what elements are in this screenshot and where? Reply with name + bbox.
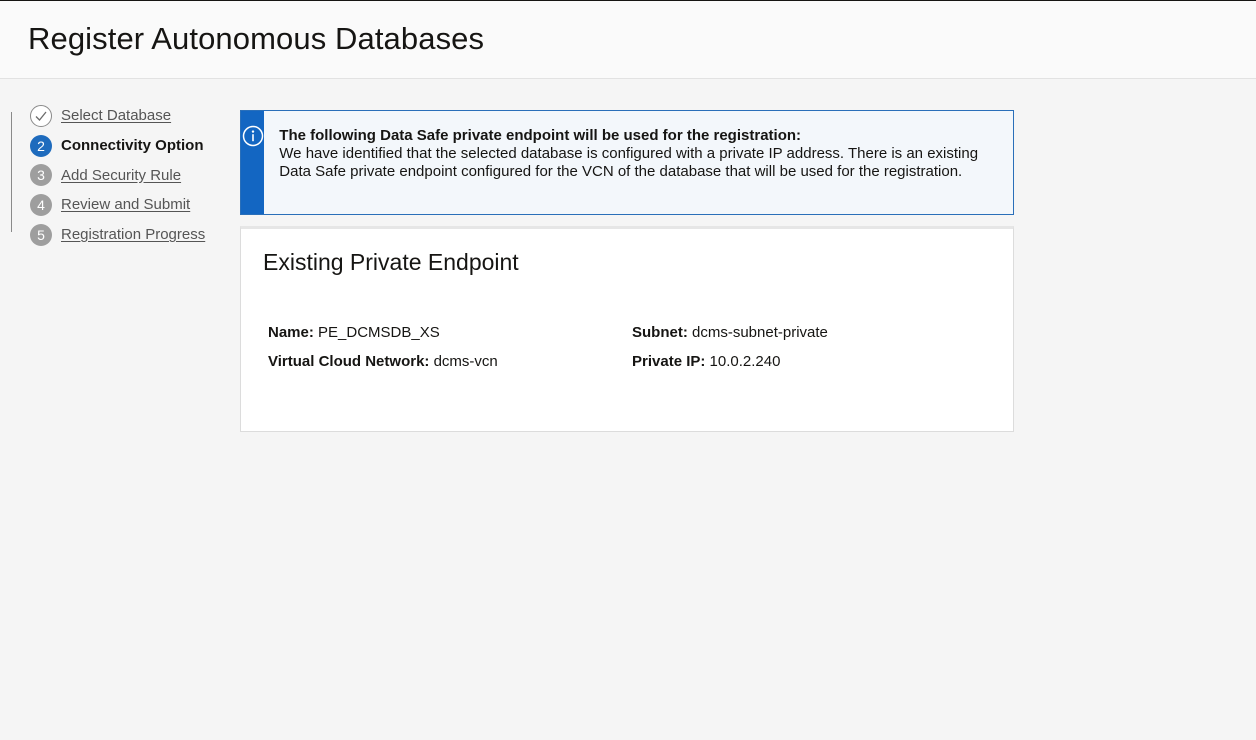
page-title: Register Autonomous Databases: [28, 21, 485, 56]
endpoint-name: Name: PE_DCMSDB_XS: [268, 324, 440, 341]
name-label: Name:: [268, 324, 314, 341]
info-icon: [242, 125, 264, 214]
ip-value: 10.0.2.240: [709, 353, 781, 370]
banner-title: The following Data Safe private endpoint…: [279, 127, 802, 144]
ip-label: Private IP:: [632, 353, 706, 370]
step-label[interactable]: Review and Submit: [61, 196, 190, 213]
endpoint-private-ip: Private IP: 10.0.2.240: [632, 353, 780, 370]
wizard-stepper: Select Database 2 Connectivity Option 3 …: [30, 101, 230, 249]
step-number: 5: [30, 223, 52, 246]
step-select-database[interactable]: Select Database: [30, 101, 230, 131]
step-add-security-rule[interactable]: 3 Add Security Rule: [30, 160, 230, 190]
step-number: 2: [30, 134, 52, 157]
step-number: 4: [30, 193, 52, 216]
check-icon: [30, 104, 52, 127]
subnet-value: dcms-subnet-private: [692, 324, 828, 341]
private-endpoint-card: Existing Private Endpoint Name: PE_DCMSD…: [240, 226, 1014, 432]
subnet-label: Subnet:: [632, 324, 688, 341]
vcn-label: Virtual Cloud Network:: [268, 353, 430, 370]
step-review-and-submit[interactable]: 4 Review and Submit: [30, 190, 230, 220]
endpoint-vcn: Virtual Cloud Network: dcms-vcn: [268, 353, 498, 370]
endpoint-subnet: Subnet: dcms-subnet-private: [632, 324, 828, 341]
step-label[interactable]: Registration Progress: [61, 226, 205, 243]
step-connectivity-option: 2 Connectivity Option: [30, 131, 230, 161]
page-header: Register Autonomous Databases: [0, 1, 1256, 79]
step-label[interactable]: Select Database: [61, 107, 171, 124]
step-label: Connectivity Option: [61, 137, 204, 155]
step-number: 3: [30, 164, 52, 187]
banner-body: We have identified that the selected dat…: [279, 145, 979, 180]
name-value: PE_DCMSDB_XS: [318, 324, 440, 341]
info-banner: The following Data Safe private endpoint…: [240, 110, 1014, 215]
step-label[interactable]: Add Security Rule: [61, 167, 181, 184]
card-heading: Existing Private Endpoint: [263, 249, 519, 275]
banner-text: The following Data Safe private endpoint…: [264, 111, 1013, 214]
step-registration-progress[interactable]: 5 Registration Progress: [30, 220, 230, 250]
banner-icon-bar: [241, 111, 265, 214]
stepper-connector: [10, 112, 12, 232]
vcn-value: dcms-vcn: [433, 353, 498, 370]
